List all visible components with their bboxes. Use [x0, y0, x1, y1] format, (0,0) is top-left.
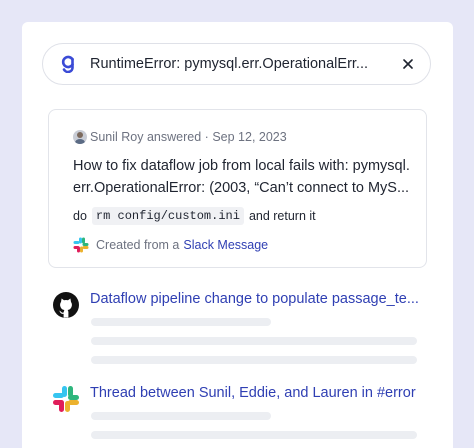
slack-icon	[73, 237, 89, 253]
search-query-text[interactable]: RuntimeError: pymysql.err.OperationalErr…	[90, 56, 400, 72]
content-placeholder-bar	[91, 431, 417, 439]
author-name: Sunil Roy	[90, 130, 144, 144]
search-bar[interactable]: RuntimeError: pymysql.err.OperationalErr…	[42, 43, 431, 85]
author-action: answered	[146, 130, 202, 144]
answer-prefix: do	[73, 209, 87, 223]
meta-separator: ·	[204, 130, 209, 144]
slack-icon	[52, 385, 80, 413]
answer-date: Sep 12, 2023	[212, 130, 287, 144]
answer-card[interactable]: Sunil Roy answered · Sep 12, 2023 How to…	[48, 109, 427, 268]
slack-message-link[interactable]: Slack Message	[183, 238, 268, 252]
close-icon[interactable]	[400, 56, 416, 72]
question-text: How to fix dataflow job from local fails…	[73, 158, 410, 196]
answer-text: do rm config/custom.ini and return it	[73, 207, 316, 225]
answer-suffix: and return it	[248, 209, 316, 223]
g-logo-icon	[59, 55, 77, 73]
content-placeholder-bar	[91, 337, 417, 345]
avatar	[73, 130, 87, 144]
source-prefix: Created from a	[96, 238, 180, 252]
answer-source: Created from a Slack Message	[73, 237, 268, 253]
content-placeholder-bar	[91, 318, 271, 326]
result-title[interactable]: Thread between Sunil, Eddie, and Lauren …	[90, 385, 416, 401]
results-panel: RuntimeError: pymysql.err.OperationalErr…	[22, 22, 453, 448]
github-icon	[52, 291, 80, 319]
content-placeholder-bar	[91, 356, 417, 364]
answer-code: rm config/custom.ini	[91, 207, 244, 225]
result-title[interactable]: Dataflow pipeline change to populate pas…	[90, 291, 419, 307]
answer-meta: Sunil Roy answered · Sep 12, 2023	[73, 130, 287, 144]
content-placeholder-bar	[91, 412, 271, 420]
